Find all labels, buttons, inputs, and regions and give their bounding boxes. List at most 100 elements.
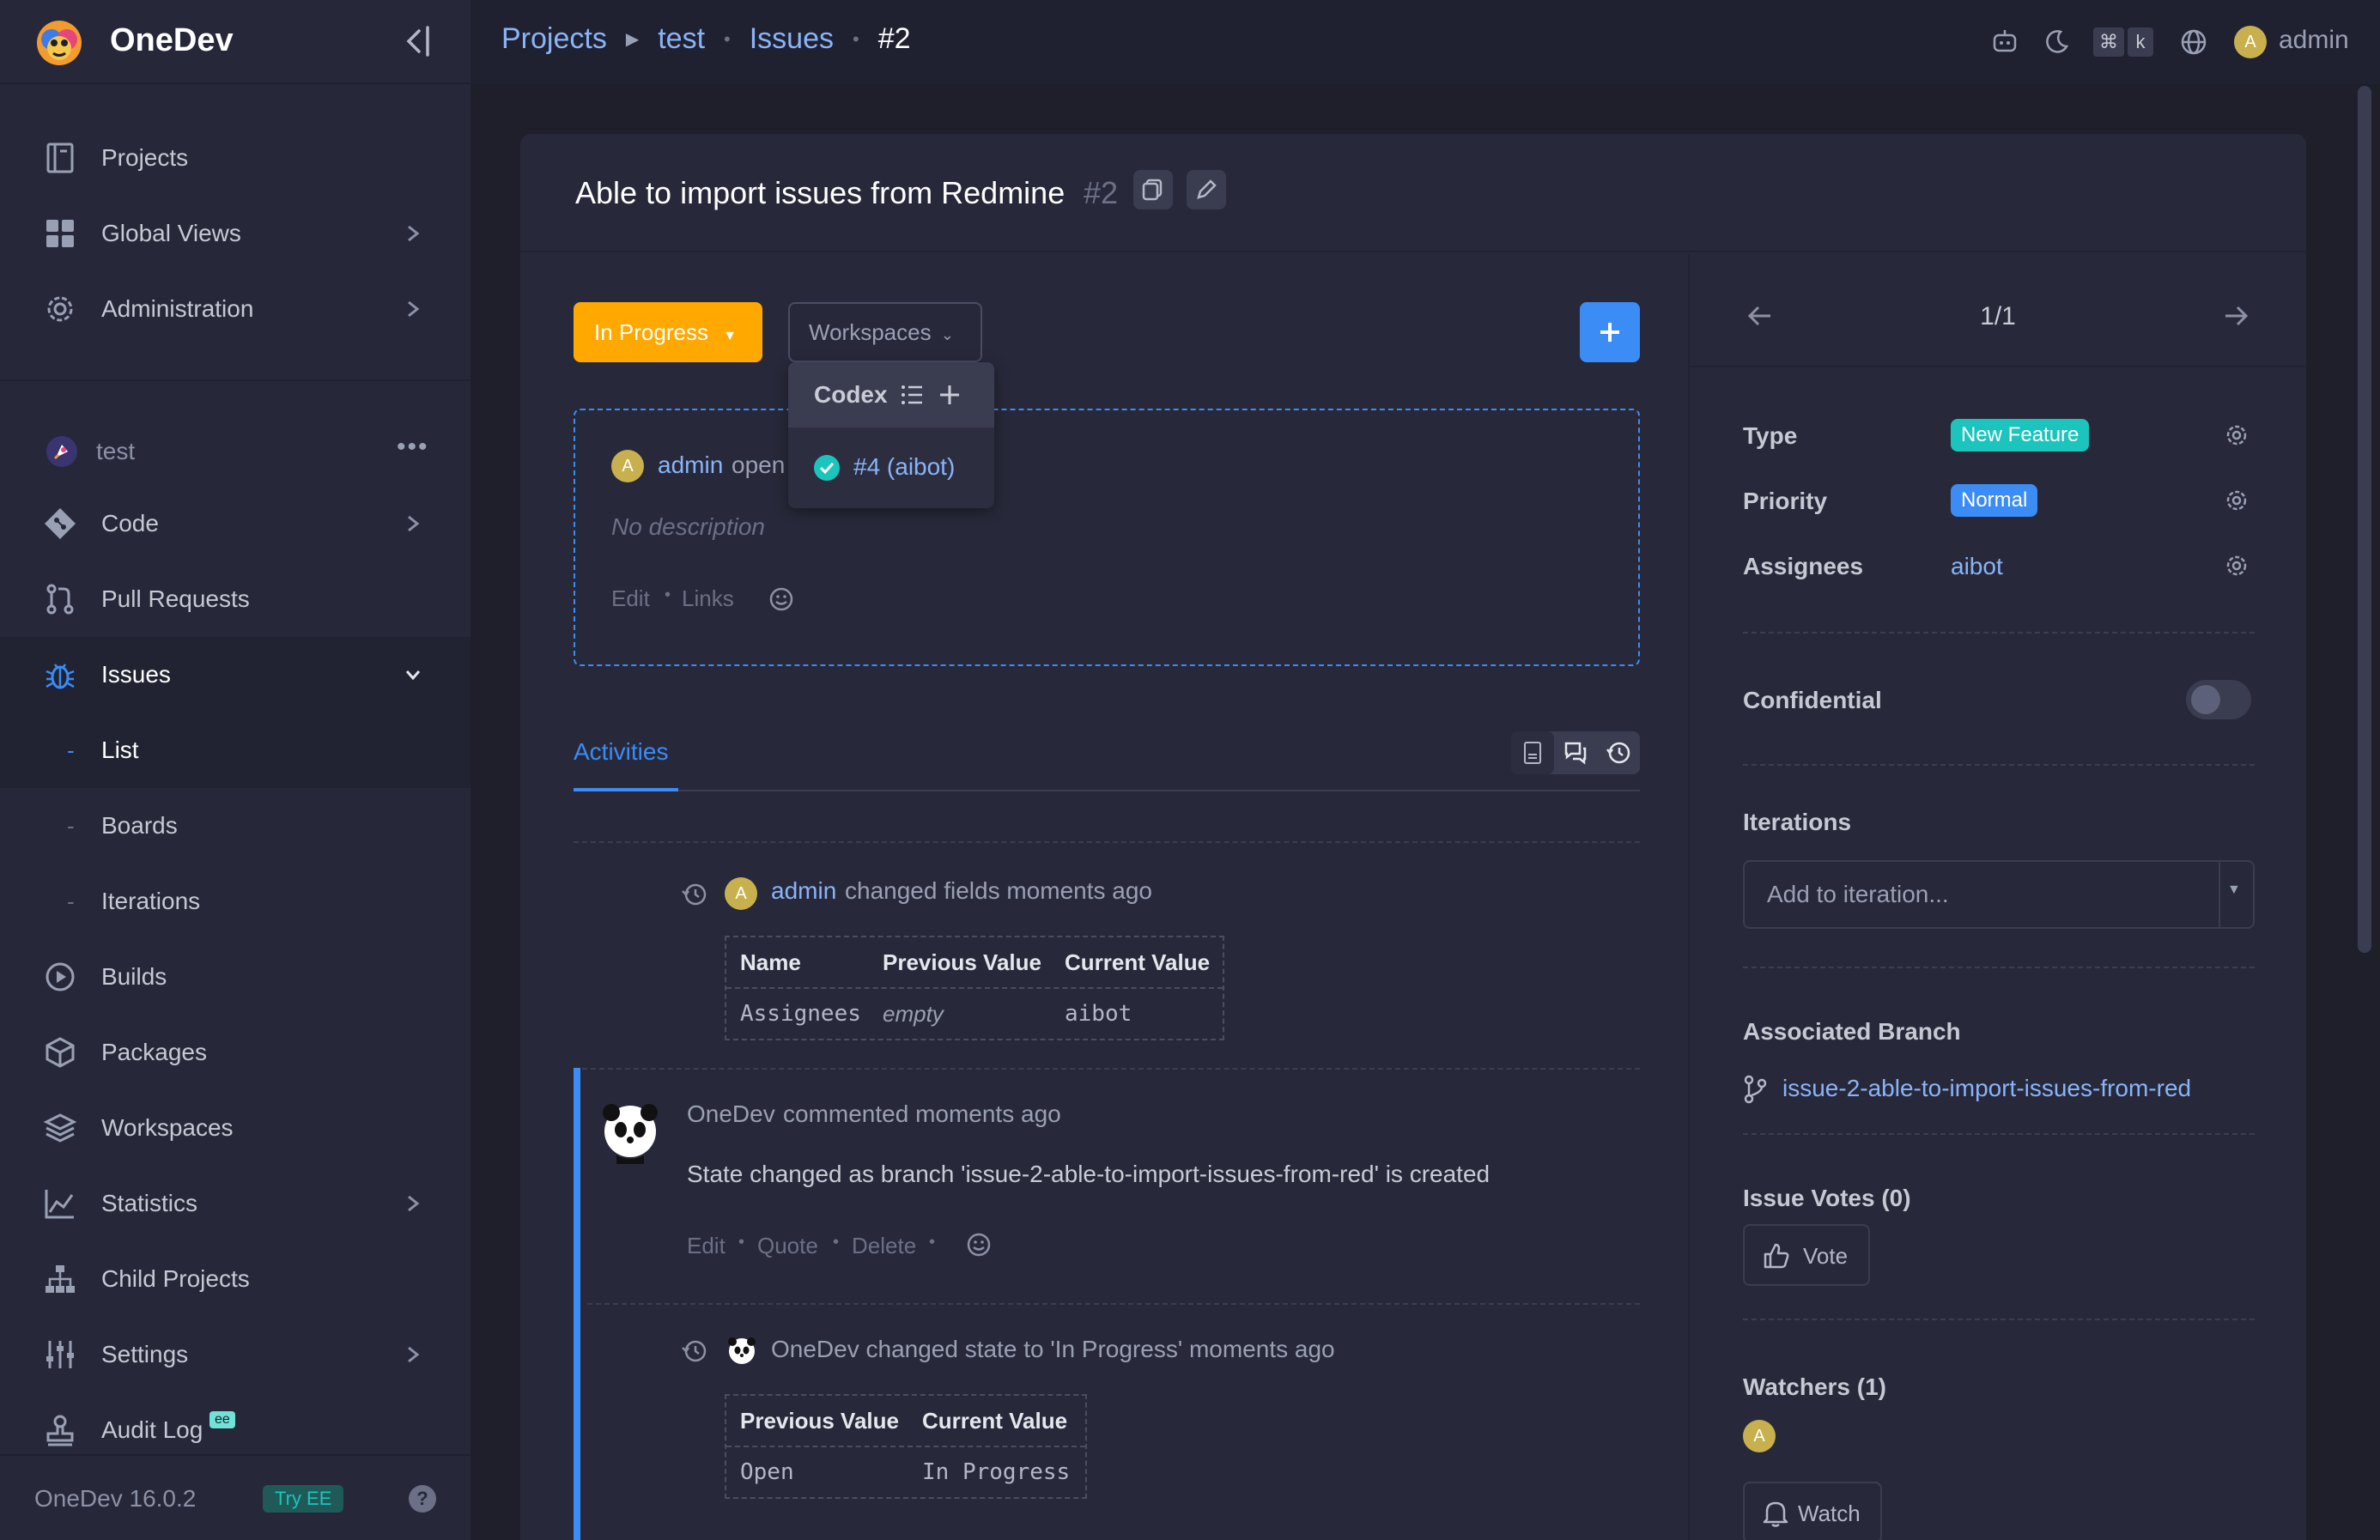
gear-icon[interactable] — [2224, 422, 2249, 448]
state-change-table: Previous Value Current Value Open In Pro… — [725, 1394, 1087, 1499]
links-link[interactable]: Links — [682, 585, 734, 612]
arrow-right-icon[interactable] — [2220, 300, 2251, 331]
type-label: Type — [1743, 422, 1798, 449]
pager-divider — [1690, 366, 2306, 367]
topbar: Projects ▶ test • Issues • #2 ⌘ k A admi… — [471, 0, 2380, 84]
globe-icon[interactable] — [2179, 27, 2208, 57]
thumbs-up-icon — [1764, 1243, 1789, 1269]
separator — [587, 1303, 1640, 1305]
gear-icon[interactable] — [2224, 553, 2249, 579]
sidebar-item-workspaces[interactable]: Workspaces — [0, 1090, 471, 1166]
comment-edit-link[interactable]: Edit — [687, 1233, 726, 1259]
sidebar-divider — [0, 379, 471, 381]
sidebar-item-builds[interactable]: Builds — [0, 939, 471, 1015]
gear-icon[interactable] — [2224, 488, 2249, 513]
table-header: Previous Value — [740, 1408, 899, 1434]
table-header: Name — [740, 949, 801, 975]
hierarchy-icon — [46, 1265, 75, 1293]
sidebar-item-projects[interactable]: Projects — [0, 120, 471, 196]
panda-avatar-icon — [728, 1337, 756, 1364]
breadcrumb-projects[interactable]: Projects — [501, 22, 607, 56]
moon-icon[interactable] — [2042, 27, 2071, 57]
comment-delete-link[interactable]: Delete — [852, 1233, 916, 1259]
dash: - — [67, 812, 75, 839]
sidebar-item-child-projects[interactable]: Child Projects — [0, 1241, 471, 1317]
rocket-icon — [46, 436, 77, 467]
emoji-icon[interactable] — [768, 585, 795, 613]
breadcrumb-issues[interactable]: Issues — [750, 22, 834, 56]
table-cell: aibot — [1065, 1001, 1132, 1027]
separator — [1743, 1319, 2255, 1320]
sidebar-item-code[interactable]: Code — [0, 486, 471, 561]
check-circle-icon — [814, 455, 840, 481]
sidebar-item-iterations[interactable]: - Iterations — [0, 864, 471, 939]
more-icon[interactable]: ••• — [397, 433, 429, 462]
comment-body: State changed as branch 'issue-2-able-to… — [687, 1161, 1491, 1187]
copy-button[interactable] — [1133, 170, 1173, 209]
sidebar-item-statistics[interactable]: Statistics — [0, 1166, 471, 1241]
branch-link[interactable]: issue-2-able-to-import-issues-from-red — [1782, 1075, 2191, 1102]
sidebar-item-administration[interactable]: Administration — [0, 271, 471, 347]
history-icon[interactable] — [1597, 731, 1640, 774]
tab-activities[interactable]: Activities — [574, 738, 668, 766]
comment-author[interactable]: OneDev — [687, 1100, 775, 1128]
sidebar-item-list[interactable]: - List — [0, 712, 471, 788]
pager: 1/1 — [1980, 302, 2016, 330]
help-icon[interactable]: ? — [409, 1485, 436, 1513]
export-icon[interactable] — [1511, 731, 1554, 774]
comment-meta: commented moments ago — [783, 1100, 1061, 1127]
add-button[interactable] — [1580, 302, 1640, 362]
table-divider — [726, 1446, 1085, 1447]
confidential-toggle[interactable] — [2186, 680, 2251, 719]
sidebar-item-global-views[interactable]: Global Views — [0, 196, 471, 271]
sidebar-item-boards[interactable]: - Boards — [0, 788, 471, 864]
vote-label: Vote — [1803, 1243, 1849, 1269]
bell-icon — [1763, 1501, 1788, 1527]
caret-down-icon: ▼ — [2227, 882, 2241, 897]
separator — [1743, 1133, 2255, 1135]
separator — [1743, 967, 2255, 968]
try-ee-button[interactable]: Try EE — [263, 1485, 344, 1513]
avatar[interactable]: A — [2234, 26, 2267, 58]
cmd-key: ⌘ — [2093, 27, 2124, 57]
author-name[interactable]: admin — [658, 452, 723, 479]
keyboard-shortcut[interactable]: ⌘ k — [2093, 27, 2153, 57]
change-user[interactable]: admin — [771, 877, 836, 905]
sidebar-item-issues[interactable]: Issues — [0, 637, 471, 712]
collapse-sidebar-icon[interactable] — [404, 24, 433, 58]
edit-title-button[interactable] — [1187, 170, 1226, 209]
comment-quote-link[interactable]: Quote — [757, 1233, 818, 1259]
sidebar-item-packages[interactable]: Packages — [0, 1015, 471, 1090]
sidebar-item-pull-requests[interactable]: Pull Requests — [0, 561, 471, 637]
separator-dot: • — [724, 27, 731, 50]
workspaces-button[interactable]: Workspaces ⌄ — [788, 302, 982, 362]
list-icon[interactable] — [900, 383, 926, 407]
watch-button[interactable]: Watch — [1743, 1482, 1882, 1540]
robot-icon[interactable] — [1990, 27, 2019, 57]
project-header[interactable]: test ••• — [0, 414, 471, 489]
menu-item[interactable]: #4 (aibot) — [788, 427, 994, 508]
separator-dot: • — [738, 1233, 745, 1252]
sidebar-item-settings[interactable]: Settings — [0, 1317, 471, 1392]
change-table: Name Previous Value Current Value Assign… — [725, 936, 1224, 1040]
sidebar-item-label: Builds — [101, 963, 167, 990]
comments-icon[interactable] — [1554, 731, 1597, 774]
watcher-avatar[interactable]: A — [1743, 1420, 1776, 1452]
assignee-link[interactable]: aibot — [1951, 553, 2003, 580]
state-button[interactable]: In Progress ▼ — [574, 302, 762, 362]
stamp-icon — [46, 1415, 74, 1446]
plus-icon[interactable] — [938, 383, 962, 407]
table-header: Previous Value — [883, 949, 1041, 975]
iteration-select[interactable]: Add to iteration... ▼ — [1743, 860, 2255, 929]
priority-label: Priority — [1743, 488, 1828, 514]
vote-button[interactable]: Vote — [1743, 1224, 1870, 1286]
chevron-down-icon — [405, 670, 421, 681]
tab-divider — [574, 790, 1640, 791]
emoji-icon[interactable] — [965, 1231, 993, 1258]
gear-icon — [47, 296, 73, 322]
table-cell: Assignees — [740, 1001, 861, 1027]
breadcrumb-test[interactable]: test — [658, 22, 705, 56]
user-name[interactable]: admin — [2279, 26, 2349, 55]
scrollbar[interactable] — [2358, 86, 2371, 953]
edit-link[interactable]: Edit — [611, 585, 650, 612]
